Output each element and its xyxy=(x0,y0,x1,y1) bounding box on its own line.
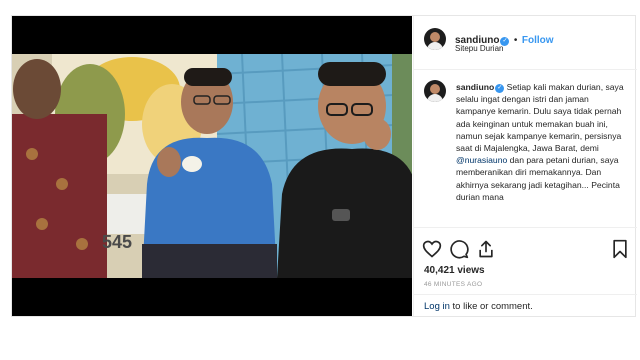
heart-icon[interactable] xyxy=(422,239,442,259)
instagram-post: 545 sandiuno ✓ • Follow Sitepu Durian san… xyxy=(11,15,637,317)
location-link[interactable]: Sitepu Durian xyxy=(455,44,503,53)
avatar[interactable] xyxy=(424,28,446,50)
caption-username[interactable]: sandiuno xyxy=(456,82,494,92)
login-prompt: Log in to like or comment. xyxy=(414,294,637,317)
login-link[interactable]: Log in xyxy=(424,301,450,312)
post-header: sandiuno ✓ • Follow Sitepu Durian xyxy=(414,16,637,70)
post-sidebar: sandiuno ✓ • Follow Sitepu Durian sandiun… xyxy=(413,16,637,316)
avatar[interactable] xyxy=(424,80,446,102)
separator-dot: • xyxy=(513,35,518,46)
caption-text: sandiuno ✓ Setiap kali makan durian, saya… xyxy=(456,81,628,203)
caption: sandiuno ✓ Setiap kali makan durian, saya… xyxy=(424,80,628,227)
bookmark-icon[interactable] xyxy=(610,239,630,259)
comment-icon[interactable] xyxy=(449,239,469,259)
follow-button[interactable]: Follow xyxy=(522,35,554,46)
mention-link[interactable]: @nurasiauno xyxy=(456,155,507,165)
wall-sign-text: 545 xyxy=(102,232,133,252)
video-frame[interactable]: 545 xyxy=(12,54,412,278)
video-player[interactable]: 545 xyxy=(12,16,412,316)
action-bar: 40,421 views 46 MINUTES AGO Log in to li… xyxy=(414,227,637,316)
view-count[interactable]: 40,421 views xyxy=(424,265,485,276)
caption-body: Setiap kali makan durian, saya selalu in… xyxy=(456,82,624,154)
login-rest: to like or comment. xyxy=(449,301,533,312)
video-scene xyxy=(12,54,412,278)
timestamp[interactable]: 46 MINUTES AGO xyxy=(424,281,482,288)
share-icon[interactable] xyxy=(476,239,496,259)
verified-badge-icon: ✓ xyxy=(495,84,505,93)
login-text: Log in to like or comment. xyxy=(424,301,533,312)
